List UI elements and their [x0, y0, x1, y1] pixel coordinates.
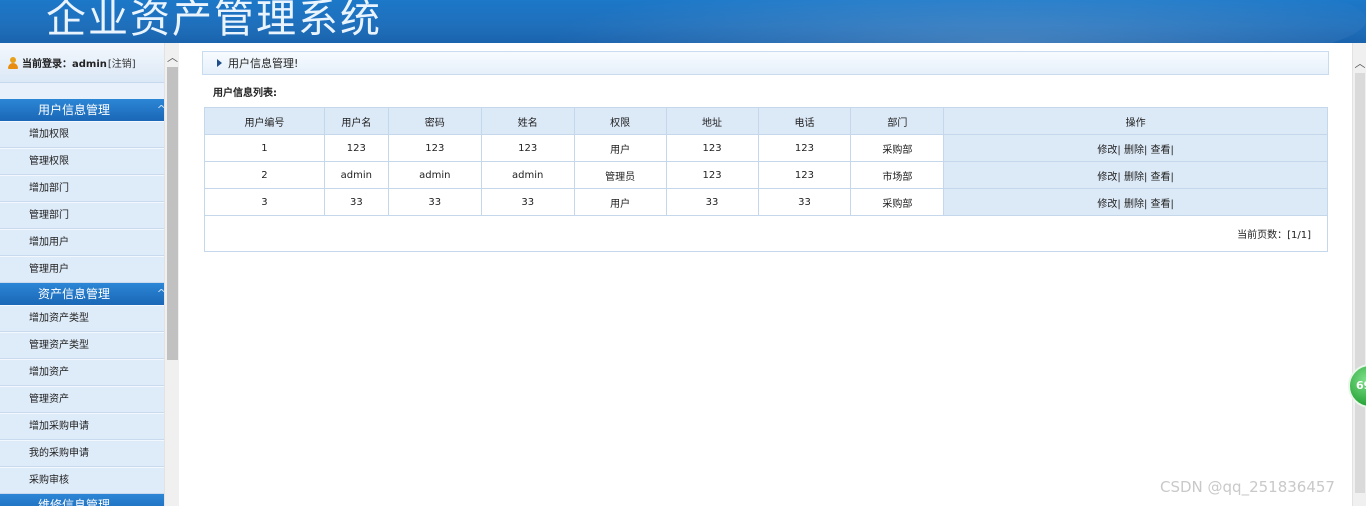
breadcrumb-text: 用户信息管理!	[228, 57, 299, 70]
sidebar-item-add-user[interactable]: 增加用户	[0, 229, 164, 256]
edit-link[interactable]: 修改|	[1097, 145, 1120, 156]
cell-user-id: 2	[204, 161, 325, 189]
delete-link[interactable]: 删除|	[1124, 172, 1147, 183]
cell-name: 123	[480, 134, 575, 162]
header-user-id: 用户编号	[204, 107, 325, 135]
cell-user-id: 3	[204, 188, 325, 216]
cell-name: admin	[480, 161, 575, 189]
scrollbar-thumb[interactable]	[167, 67, 178, 360]
sidebar: 当前登录：admin [注销] 用户信息管理 ^ 增加权限 管理权限 增加部门 …	[0, 43, 164, 506]
cell-name: 33	[480, 188, 575, 216]
sidebar-scrollbar[interactable]: ︿	[164, 43, 179, 506]
sidebar-item-add-asset-type[interactable]: 增加资产类型	[0, 305, 164, 332]
delete-link[interactable]: 删除|	[1124, 145, 1147, 156]
header-name: 姓名	[480, 107, 575, 135]
cell-password: admin	[387, 161, 482, 189]
group-user-info-label: 用户信息管理	[38, 103, 111, 117]
breadcrumb: 用户信息管理!	[202, 51, 1329, 75]
banner-decoration	[466, 0, 1366, 43]
group-repair-info-label: 维修信息管理	[38, 498, 111, 506]
group-asset-info[interactable]: 资产信息管理 ^	[0, 283, 164, 305]
header-username: 用户名	[323, 107, 389, 135]
header-banner: 企业资产管理系统	[0, 0, 1366, 43]
header-phone: 电话	[757, 107, 852, 135]
login-bar: 当前登录：admin [注销]	[0, 43, 164, 83]
cell-permission: 管理员	[573, 161, 667, 189]
header-address: 地址	[665, 107, 759, 135]
cell-password: 33	[387, 188, 482, 216]
delete-link[interactable]: 删除|	[1124, 199, 1147, 210]
sidebar-item-add-department[interactable]: 增加部门	[0, 175, 164, 202]
table-row: 3 33 33 33 用户 33 33 采购部 修改| 删除| 查看|	[204, 188, 1328, 216]
header-actions: 操作	[943, 107, 1328, 135]
table-row: 2 admin admin admin 管理员 123 123 市场部 修改| …	[204, 161, 1328, 189]
group-user-info[interactable]: 用户信息管理 ^	[0, 99, 164, 121]
table-row: 1 123 123 123 用户 123 123 采购部 修改| 删除| 查看|	[204, 134, 1328, 162]
watermark: CSDN @qq_251836457	[1160, 478, 1335, 496]
group-repair-info[interactable]: 维修信息管理	[0, 494, 164, 506]
cell-address: 123	[665, 134, 759, 162]
logout-link[interactable]: [注销]	[108, 55, 136, 70]
pager-row: 当前页数：[1/1]	[204, 215, 1328, 252]
header-password: 密码	[387, 107, 482, 135]
sidebar-item-add-permission[interactable]: 增加权限	[0, 121, 164, 148]
sidebar-item-add-asset[interactable]: 增加资产	[0, 359, 164, 386]
cell-phone: 123	[757, 134, 852, 162]
cell-user-id: 1	[204, 134, 325, 162]
cell-username: 123	[323, 134, 389, 162]
app-title: 企业资产管理系统	[46, 0, 382, 42]
cell-actions: 修改| 删除| 查看|	[943, 188, 1328, 216]
cell-department: 采购部	[850, 188, 945, 216]
cell-username: 33	[323, 188, 389, 216]
table-header-row: 用户编号 用户名 密码 姓名 权限 地址 电话 部门 操作	[204, 107, 1328, 135]
sidebar-item-manage-permission[interactable]: 管理权限	[0, 148, 164, 175]
triangle-right-icon	[217, 59, 222, 67]
main-scrollbar[interactable]: ︿	[1352, 43, 1366, 506]
chevron-up-icon: ^	[156, 287, 164, 300]
cell-username: admin	[323, 161, 389, 189]
pager-text: 当前页数：[1/1]	[204, 215, 1328, 252]
chevron-up-icon: ^	[156, 103, 164, 116]
view-link[interactable]: 查看|	[1151, 172, 1174, 183]
view-link[interactable]: 查看|	[1151, 199, 1174, 210]
main-content: 用户信息管理! 用户信息列表: 用户编号 用户名 密码 姓名 权限 地址 电话 …	[180, 43, 1352, 506]
edit-link[interactable]: 修改|	[1097, 199, 1120, 210]
sidebar-item-manage-department[interactable]: 管理部门	[0, 202, 164, 229]
cell-address: 33	[665, 188, 759, 216]
header-permission: 权限	[573, 107, 667, 135]
cell-password: 123	[387, 134, 482, 162]
sidebar-item-manage-user[interactable]: 管理用户	[0, 256, 164, 283]
group-asset-info-label: 资产信息管理	[38, 287, 111, 301]
scroll-up-icon[interactable]: ︿	[1353, 55, 1366, 71]
scrollbar-thumb[interactable]	[1355, 73, 1365, 493]
view-link[interactable]: 查看|	[1151, 145, 1174, 156]
sidebar-item-purchase-review[interactable]: 采购审核	[0, 467, 164, 494]
cell-department: 采购部	[850, 134, 945, 162]
cell-address: 123	[665, 161, 759, 189]
cell-actions: 修改| 删除| 查看|	[943, 134, 1328, 162]
cell-phone: 33	[757, 188, 852, 216]
sidebar-item-manage-asset-type[interactable]: 管理资产类型	[0, 332, 164, 359]
cell-actions: 修改| 删除| 查看|	[943, 161, 1328, 189]
login-label: 当前登录：admin	[22, 59, 107, 70]
user-icon	[7, 56, 19, 69]
edit-link[interactable]: 修改|	[1097, 172, 1120, 183]
cell-phone: 123	[757, 161, 852, 189]
sidebar-item-add-purchase-request[interactable]: 增加采购申请	[0, 413, 164, 440]
user-table: 用户编号 用户名 密码 姓名 权限 地址 电话 部门 操作 1 123 123 …	[204, 107, 1328, 252]
list-title: 用户信息列表:	[213, 88, 277, 99]
scroll-up-icon[interactable]: ︿	[165, 51, 180, 65]
sidebar-item-my-purchase-request[interactable]: 我的采购申请	[0, 440, 164, 467]
cell-department: 市场部	[850, 161, 945, 189]
cell-permission: 用户	[573, 134, 667, 162]
sidebar-item-manage-asset[interactable]: 管理资产	[0, 386, 164, 413]
header-department: 部门	[850, 107, 945, 135]
cell-permission: 用户	[573, 188, 667, 216]
